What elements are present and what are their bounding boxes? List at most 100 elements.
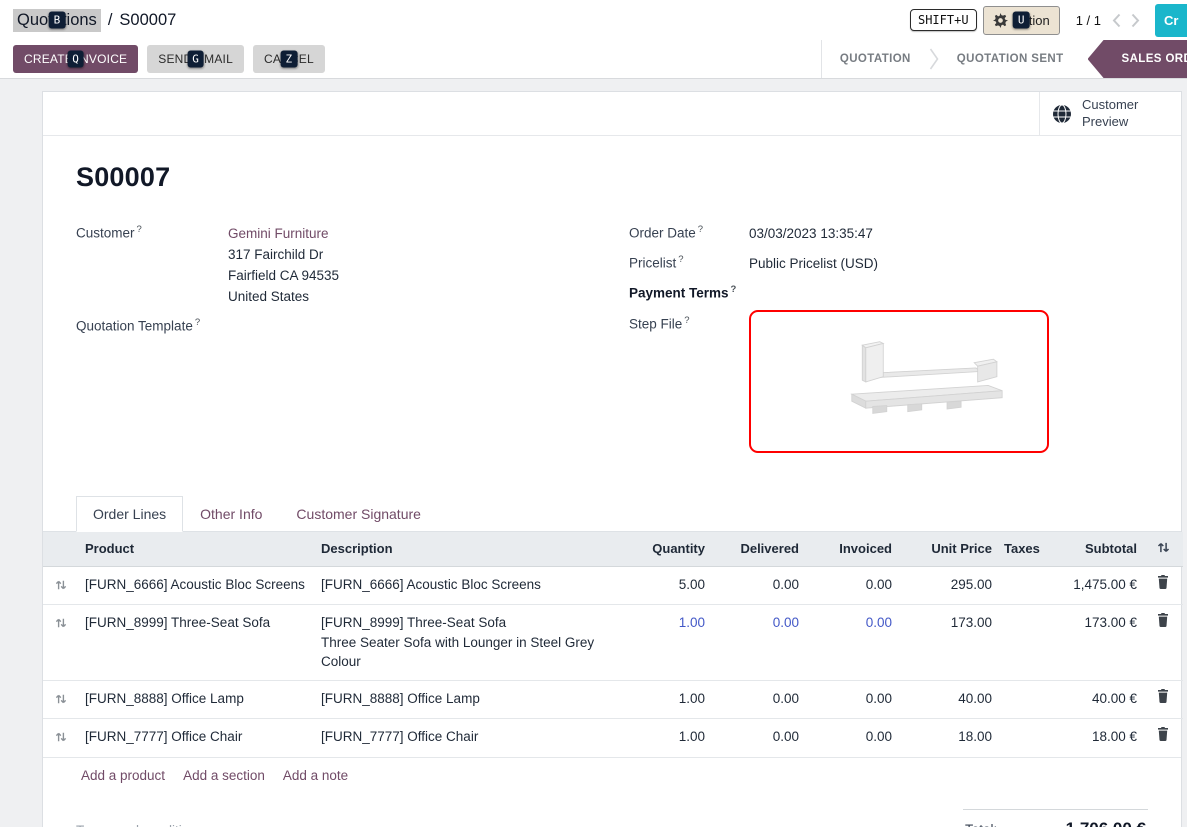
step-file-image-field[interactable] bbox=[749, 310, 1049, 453]
delete-line-button[interactable] bbox=[1143, 719, 1183, 757]
cell-taxes[interactable] bbox=[998, 566, 1043, 605]
cell-delivered: 0.00 bbox=[711, 680, 805, 719]
drag-handle-icon[interactable] bbox=[43, 719, 79, 757]
help-marker: ? bbox=[678, 254, 683, 265]
quotation-template-field-label: Quotation Template? bbox=[76, 316, 200, 334]
cell-subtotal: 173.00 € bbox=[1043, 605, 1143, 681]
customer-address-line1: 317 Fairchild Dr bbox=[228, 244, 339, 265]
terms-and-conditions-placeholder[interactable]: Terms and conditions... bbox=[76, 809, 215, 827]
cell-quantity[interactable]: 1.00 bbox=[621, 605, 711, 681]
pager-previous-button[interactable] bbox=[1107, 13, 1126, 28]
cancel-button[interactable]: CANCEL Z bbox=[253, 45, 325, 73]
header-unit-price: Unit Price bbox=[898, 532, 998, 567]
add-a-section-link[interactable]: Add a section bbox=[183, 768, 265, 783]
cell-subtotal: 40.00 € bbox=[1043, 680, 1143, 719]
shortcut-badge: SHIFT+U bbox=[910, 9, 977, 31]
breadcrumb-quotations-link[interactable]: Quotations B bbox=[13, 9, 101, 32]
order-line-row: [FURN_6666] Acoustic Bloc Screens [FURN_… bbox=[43, 566, 1183, 605]
cell-product[interactable]: [FURN_7777] Office Chair bbox=[79, 719, 315, 757]
help-marker: ? bbox=[684, 315, 689, 326]
stage-quotation-sent[interactable]: QUOTATION SENT bbox=[939, 40, 1082, 78]
action-menu-button[interactable]: Action U bbox=[983, 6, 1060, 35]
pager-count: 1 / 1 bbox=[1076, 13, 1101, 28]
kbd-hint-breadcrumb: B bbox=[49, 12, 66, 29]
field-step-file: Step File? bbox=[629, 314, 1148, 453]
drag-handle-icon[interactable] bbox=[43, 566, 79, 605]
field-pricelist: Pricelist? Public Pricelist (USD) bbox=[629, 253, 1148, 274]
cell-subtotal: 18.00 € bbox=[1043, 719, 1143, 757]
cell-description[interactable]: [FURN_7777] Office Chair bbox=[315, 719, 621, 757]
total-value: 1,706.00 € bbox=[1066, 819, 1146, 827]
header-invoiced: Invoiced bbox=[805, 532, 898, 567]
header-handle-column bbox=[43, 532, 79, 567]
customer-field-label: Customer? bbox=[76, 223, 228, 307]
cell-delivered: 0.00 bbox=[711, 566, 805, 605]
delete-line-button[interactable] bbox=[1143, 680, 1183, 719]
control-panel: CREATE INVOICE Q SEND EMAIL G CANCEL Z Q… bbox=[0, 40, 1187, 79]
delete-line-button[interactable] bbox=[1143, 566, 1183, 605]
table-header-row: Product Description Quantity Delivered I… bbox=[43, 532, 1183, 567]
create-invoice-button[interactable]: CREATE INVOICE Q bbox=[13, 45, 138, 73]
tab-order-lines[interactable]: Order Lines bbox=[76, 496, 183, 532]
cell-unit-price[interactable]: 40.00 bbox=[898, 680, 998, 719]
header-delivered: Delivered bbox=[711, 532, 805, 567]
cell-taxes[interactable] bbox=[998, 605, 1043, 681]
order-line-row: [FURN_8999] Three-Seat Sofa [FURN_8999] … bbox=[43, 605, 1183, 681]
cell-product[interactable]: [FURN_6666] Acoustic Bloc Screens bbox=[79, 566, 315, 605]
breadcrumb-separator: / bbox=[108, 11, 113, 30]
order-date-field-label: Order Date? bbox=[629, 223, 749, 244]
customer-link[interactable]: Gemini Furniture bbox=[228, 223, 339, 244]
drag-handle-icon[interactable] bbox=[43, 605, 79, 681]
customer-preview-button[interactable]: Customer Preview bbox=[1039, 92, 1181, 135]
pricelist-value[interactable]: Public Pricelist (USD) bbox=[749, 253, 878, 274]
cell-description[interactable]: [FURN_8888] Office Lamp bbox=[315, 680, 621, 719]
header-quantity: Quantity bbox=[621, 532, 711, 567]
record-action-buttons: CREATE INVOICE Q SEND EMAIL G CANCEL Z bbox=[0, 40, 325, 78]
cell-invoiced: 0.00 bbox=[805, 566, 898, 605]
order-lines-table: Product Description Quantity Delivered I… bbox=[43, 532, 1183, 757]
chevron-left-icon bbox=[1112, 13, 1121, 28]
cell-product[interactable]: [FURN_8999] Three-Seat Sofa bbox=[79, 605, 315, 681]
order-line-row: [FURN_7777] Office Chair [FURN_7777] Off… bbox=[43, 719, 1183, 757]
order-date-value[interactable]: 03/03/2023 13:35:47 bbox=[749, 223, 873, 244]
cell-taxes[interactable] bbox=[998, 680, 1043, 719]
cell-quantity[interactable]: 5.00 bbox=[621, 566, 711, 605]
cell-unit-price[interactable]: 18.00 bbox=[898, 719, 998, 757]
cell-description[interactable]: [FURN_8999] Three-Seat Sofa Three Seater… bbox=[315, 605, 621, 681]
cell-description[interactable]: [FURN_6666] Acoustic Bloc Screens bbox=[315, 566, 621, 605]
globe-icon bbox=[1052, 104, 1072, 124]
kbd-hint-send-email: G bbox=[187, 51, 204, 68]
topbar-right-controls: SHIFT+U Action U 1 / 1 Cr bbox=[910, 0, 1187, 40]
delete-line-button[interactable] bbox=[1143, 605, 1183, 681]
order-line-row: [FURN_8888] Office Lamp [FURN_8888] Offi… bbox=[43, 680, 1183, 719]
cell-product[interactable]: [FURN_8888] Office Lamp bbox=[79, 680, 315, 719]
optional-columns-icon[interactable] bbox=[1143, 532, 1183, 567]
add-a-note-link[interactable]: Add a note bbox=[283, 768, 348, 783]
cell-quantity[interactable]: 1.00 bbox=[621, 680, 711, 719]
list-footer-links: Add a product Add a section Add a note bbox=[43, 757, 1181, 795]
field-quotation-template: Quotation Template? bbox=[76, 316, 629, 334]
stage-separator-icon bbox=[929, 40, 939, 78]
stage-quotation[interactable]: QUOTATION bbox=[822, 40, 929, 78]
send-email-button[interactable]: SEND EMAIL G bbox=[147, 45, 244, 73]
corner-create-button[interactable]: Cr bbox=[1155, 4, 1187, 37]
kbd-hint-action: U bbox=[1013, 12, 1030, 29]
drag-handle-icon[interactable] bbox=[43, 680, 79, 719]
tab-other-info[interactable]: Other Info bbox=[183, 496, 279, 532]
cell-unit-price[interactable]: 173.00 bbox=[898, 605, 998, 681]
customer-preview-label: Customer Preview bbox=[1082, 97, 1152, 130]
add-a-product-link[interactable]: Add a product bbox=[81, 768, 165, 783]
cell-invoiced: 0.00 bbox=[805, 605, 898, 681]
cell-delivered: 0.00 bbox=[711, 719, 805, 757]
cell-quantity[interactable]: 1.00 bbox=[621, 719, 711, 757]
cell-taxes[interactable] bbox=[998, 719, 1043, 757]
tab-customer-signature[interactable]: Customer Signature bbox=[279, 496, 438, 532]
pager-next-button[interactable] bbox=[1126, 13, 1145, 28]
breadcrumb: Quotations B / S00007 bbox=[13, 9, 176, 32]
cell-unit-price[interactable]: 295.00 bbox=[898, 566, 998, 605]
form-sheet: Customer Preview S00007 Customer? Gemini… bbox=[42, 91, 1182, 827]
app-window: Quotations B / S00007 SHIFT+U Action U 1… bbox=[0, 0, 1187, 827]
help-marker: ? bbox=[195, 317, 200, 328]
stage-sales-order[interactable]: SALES ORDER bbox=[1088, 40, 1187, 78]
kbd-hint-cancel: Z bbox=[280, 51, 297, 68]
